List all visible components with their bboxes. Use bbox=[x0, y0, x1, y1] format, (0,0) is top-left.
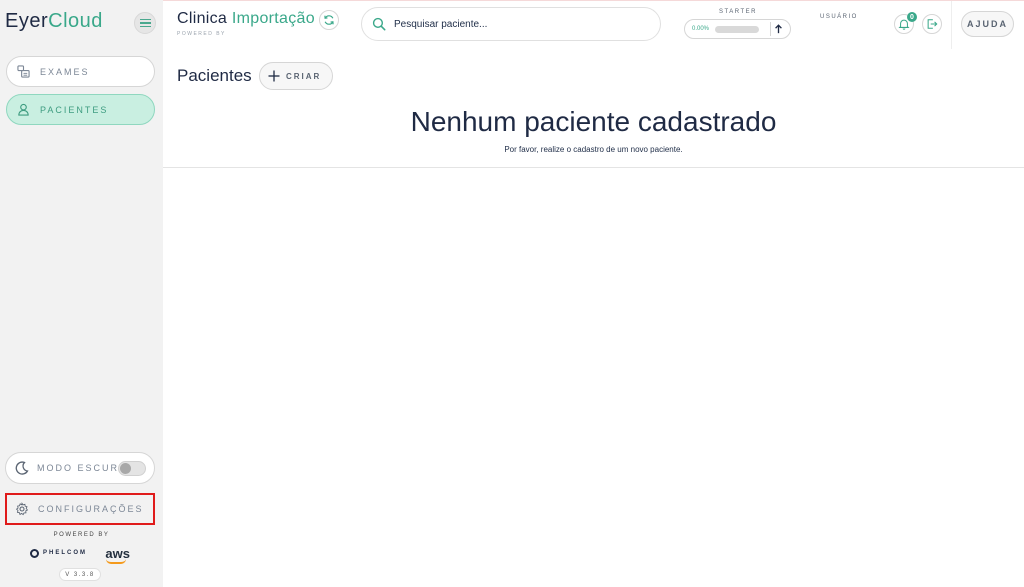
menu-toggle-button[interactable] bbox=[134, 12, 156, 34]
hamburger-icon bbox=[139, 18, 151, 21]
notification-count-badge: 0 bbox=[907, 12, 917, 22]
empty-state-subtitle: Por favor, realize o cadastro de um novo… bbox=[504, 145, 683, 154]
sidebar-item-exames[interactable]: EXAMES bbox=[6, 56, 155, 87]
dark-mode-toggle-row[interactable]: MODO ESCURO bbox=[5, 452, 155, 484]
patient-search-box[interactable] bbox=[361, 7, 661, 41]
phelcom-logo: PHELCOM bbox=[30, 548, 87, 558]
settings-label: CONFIGURAÇÕES bbox=[38, 504, 144, 514]
switch-knob bbox=[120, 463, 131, 474]
clinic-powered-label: POWERED BY bbox=[177, 31, 226, 37]
clinic-name-main: Clinica bbox=[177, 10, 232, 27]
phelcom-logo-text: PHELCOM bbox=[43, 550, 87, 556]
plan-usage-percent: 0.00% bbox=[692, 26, 710, 32]
page-title: Pacientes bbox=[177, 66, 252, 85]
sidebar-item-pacientes[interactable]: PACIENTES bbox=[6, 94, 155, 125]
sidebar-item-configuracoes[interactable]: CONFIGURAÇÕES bbox=[5, 493, 155, 525]
dark-mode-label: MODO ESCURO bbox=[37, 463, 129, 473]
aws-logo: aws bbox=[105, 545, 130, 564]
hamburger-line bbox=[139, 25, 151, 28]
exam-icon bbox=[17, 65, 30, 78]
refresh-icon bbox=[324, 15, 334, 25]
plan-usage-bar bbox=[715, 25, 760, 33]
create-patient-button[interactable]: CRIAR bbox=[259, 62, 333, 90]
brand-main: Eyer bbox=[5, 10, 49, 32]
moon-icon bbox=[15, 461, 29, 475]
brand-logo[interactable]: EyerCloud bbox=[5, 10, 103, 33]
clinic-name-accent: Importação bbox=[231, 10, 315, 27]
logout-icon bbox=[927, 19, 938, 29]
switch-clinic-button[interactable] bbox=[319, 10, 339, 30]
clinic-name: Clinica Importação bbox=[177, 10, 315, 28]
plus-icon bbox=[268, 70, 280, 82]
upgrade-plan-button[interactable] bbox=[770, 22, 786, 36]
hamburger-line bbox=[139, 22, 151, 24]
user-label: USUÁRIO bbox=[820, 14, 858, 20]
search-icon bbox=[372, 17, 386, 31]
version-badge: V 3.3.8 bbox=[59, 568, 101, 581]
phelcom-logo-icon bbox=[30, 548, 39, 558]
plan-label: STARTER bbox=[719, 9, 757, 15]
plan-usage-box: 0.00% bbox=[684, 19, 791, 39]
partner-logos: PHELCOM aws bbox=[30, 543, 130, 564]
brand-accent: Cloud bbox=[48, 10, 103, 32]
header-divider bbox=[951, 1, 952, 49]
search-input[interactable] bbox=[394, 18, 634, 30]
arrow-up-icon bbox=[775, 24, 782, 34]
sidebar: EyerCloud EXAMES PACIENTES MODO ESCURO C… bbox=[0, 0, 163, 587]
powered-by-label: POWERED BY bbox=[53, 532, 110, 538]
patient-icon bbox=[18, 103, 29, 116]
gear-icon bbox=[15, 502, 29, 516]
top-header: Clinica Importação POWERED BY STARTER 0.… bbox=[163, 0, 1024, 49]
sidebar-item-label: PACIENTES bbox=[40, 104, 109, 115]
help-button[interactable]: AJUDA bbox=[961, 11, 1014, 37]
create-button-label: CRIAR bbox=[286, 71, 322, 81]
sidebar-item-label: EXAMES bbox=[40, 66, 90, 77]
dark-mode-switch[interactable] bbox=[118, 461, 146, 476]
logout-button[interactable] bbox=[922, 14, 942, 34]
content-divider bbox=[163, 167, 1024, 168]
empty-state-title: Nenhum paciente cadastrado bbox=[410, 106, 777, 137]
